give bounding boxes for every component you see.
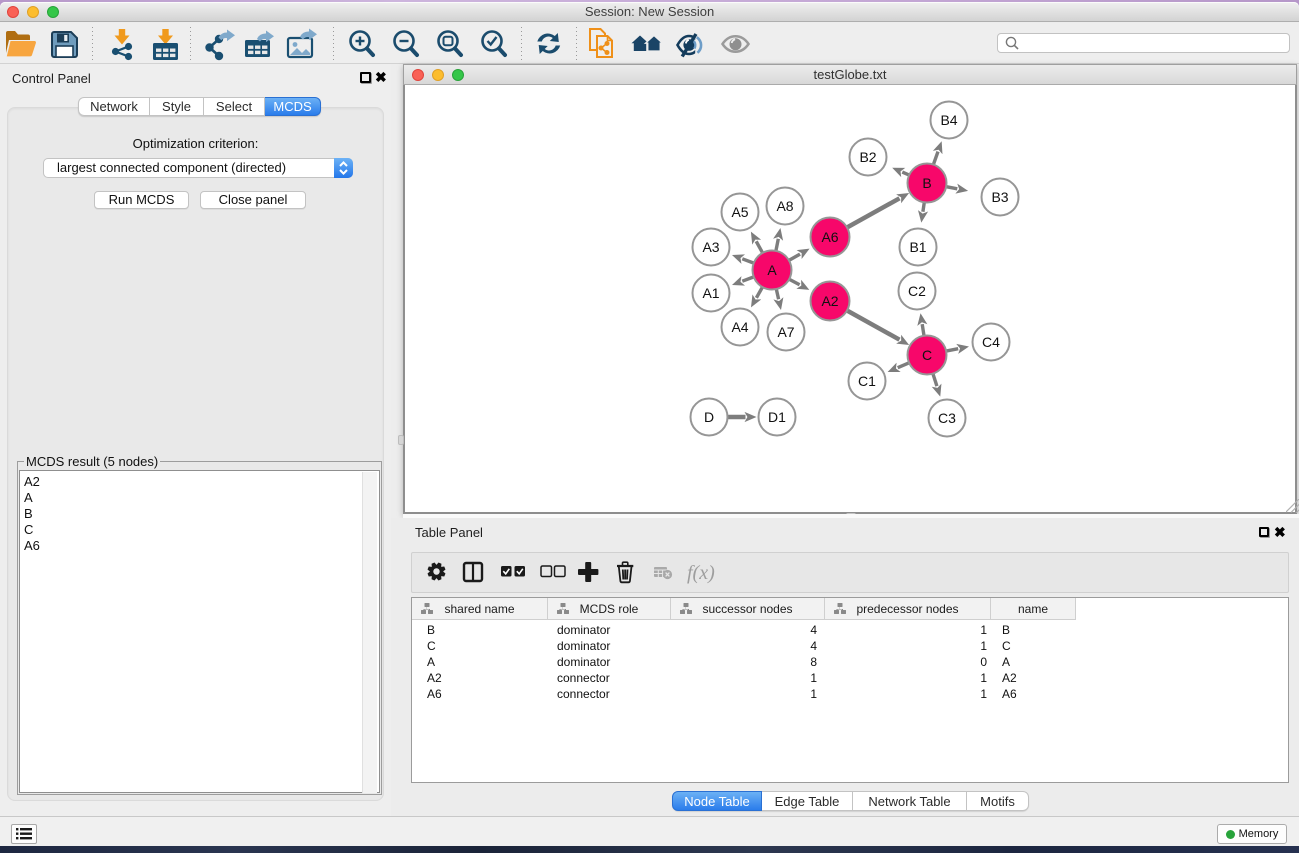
svg-text:A5: A5 [731,204,748,220]
svg-text:A7: A7 [777,324,794,340]
svg-text:C4: C4 [982,334,1000,350]
svg-text:B1: B1 [909,239,926,255]
svg-text:A8: A8 [776,198,793,214]
svg-text:D: D [704,409,714,425]
svg-text:A6: A6 [821,229,838,245]
svg-text:A2: A2 [821,293,838,309]
svg-text:B3: B3 [991,189,1008,205]
svg-text:B2: B2 [859,149,876,165]
svg-text:C: C [922,347,932,363]
svg-text:C3: C3 [938,410,956,426]
svg-text:B: B [922,175,931,191]
svg-text:A1: A1 [702,285,719,301]
svg-text:C1: C1 [858,373,876,389]
svg-text:A: A [767,262,777,278]
svg-text:A3: A3 [702,239,719,255]
svg-text:D1: D1 [768,409,786,425]
svg-text:f(x): f(x) [687,562,715,584]
svg-text:B4: B4 [940,112,957,128]
svg-text:C2: C2 [908,283,926,299]
svg-text:A4: A4 [731,319,748,335]
